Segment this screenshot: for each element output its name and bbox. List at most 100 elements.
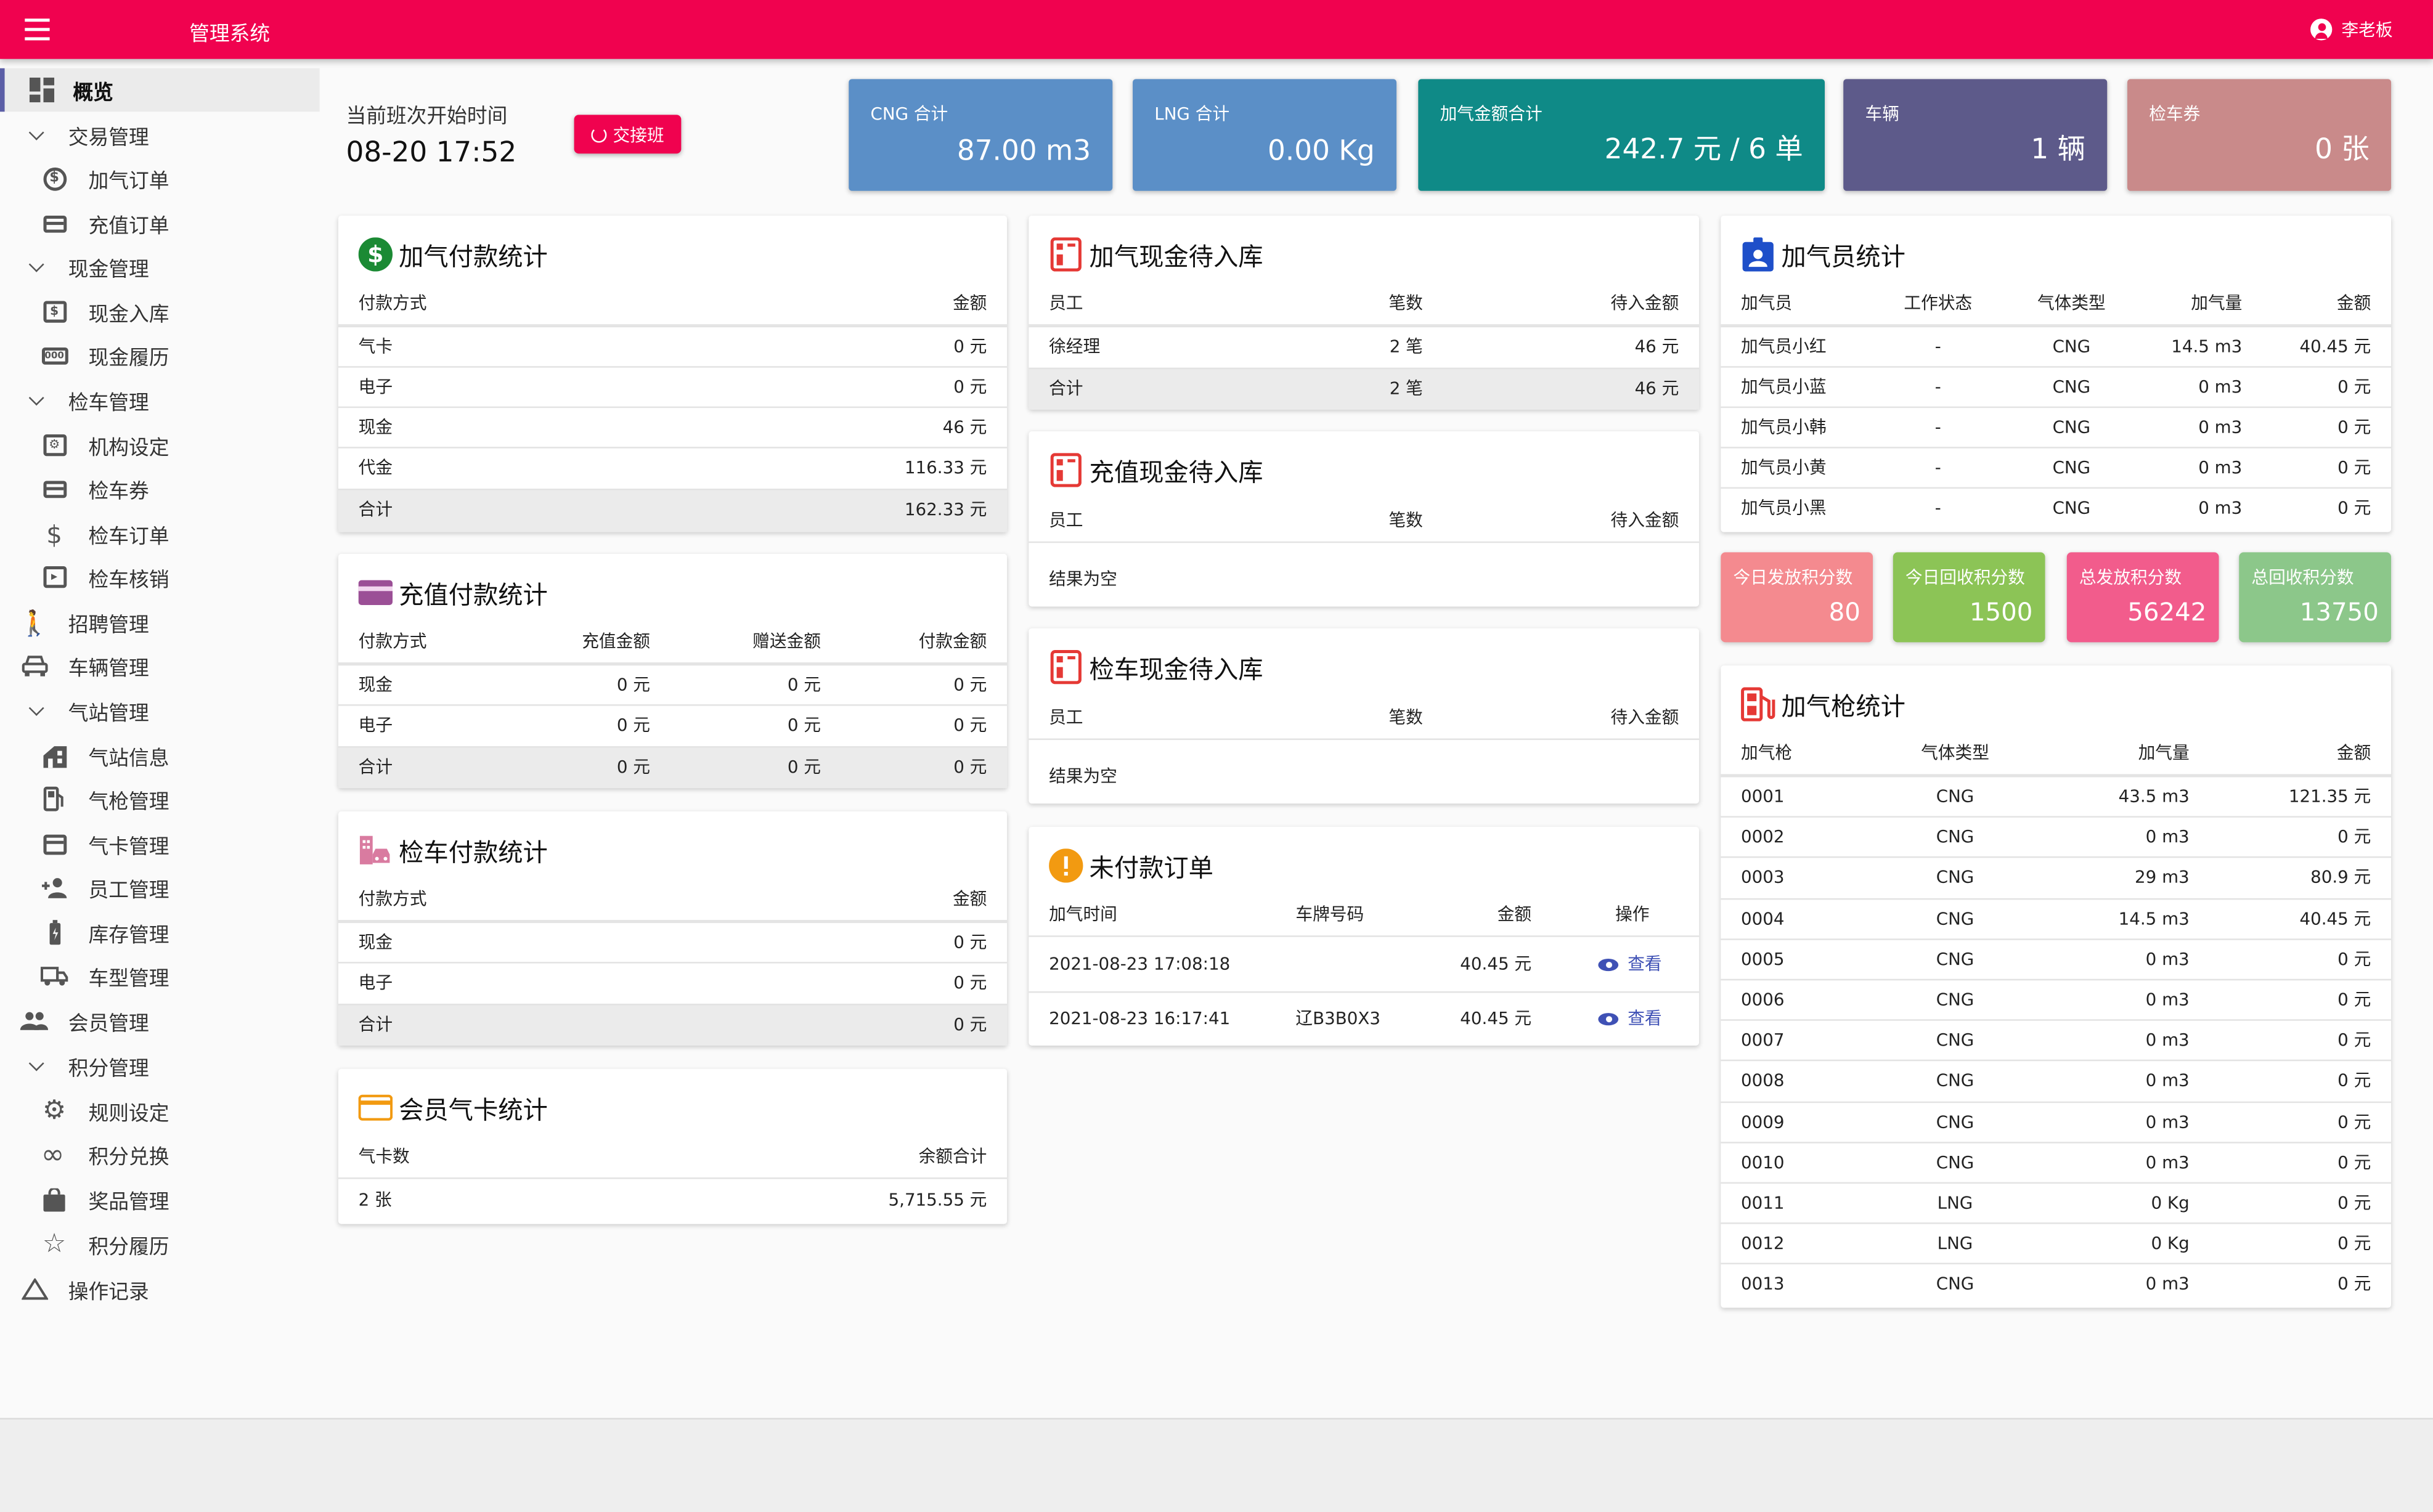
- tile-label: 今日发放积分数: [1733, 567, 1853, 588]
- table-cell: 0 m3: [2198, 457, 2243, 478]
- sidebar-item-overview[interactable]: 概览: [0, 68, 320, 112]
- tile-label: LNG 合计: [1154, 104, 1230, 124]
- column-header: 赠送金额: [752, 631, 821, 652]
- table-cell: 0004: [1741, 908, 1785, 929]
- sidebar-item-label: 会员管理: [68, 1012, 149, 1036]
- sidebar-group-trade[interactable]: 交易管理: [0, 113, 320, 156]
- table-header: 付款方式 金额: [338, 284, 1008, 326]
- sidebar-item-gas-orders[interactable]: $ 加气订单: [0, 156, 320, 200]
- org-settings-icon: ⚙: [40, 431, 68, 459]
- table-header: 气卡数 余额合计: [338, 1137, 1008, 1179]
- sidebar-item-cash-deposit[interactable]: $ 现金入库: [0, 290, 320, 334]
- table-cell: 电子: [358, 972, 393, 993]
- tile-total-recovered-points: 总回收积分数 13750: [2239, 552, 2392, 643]
- person-walk-icon: 🚶: [18, 607, 50, 637]
- view-order-link[interactable]: 查看: [1598, 993, 1662, 1046]
- table-cell: CNG: [2052, 498, 2091, 518]
- tile-value: 0.00 Kg: [1268, 135, 1375, 168]
- column-header: 加气时间: [1049, 904, 1117, 925]
- sidebar-item-label: 机构设定: [88, 436, 169, 460]
- card-title-text: 检车现金待入库: [1089, 654, 1263, 685]
- card-title: $ 加气付款统计: [358, 236, 548, 273]
- sidebar-item-staff-management[interactable]: 员工管理: [0, 866, 320, 909]
- sidebar-item-members[interactable]: 会员管理: [0, 999, 320, 1043]
- table-row: 加气员小黄 - CNG 0 m3 0 元: [1721, 447, 2392, 487]
- column-header: 气卡数: [358, 1146, 410, 1167]
- sidebar-item-gun-management[interactable]: 气枪管理: [0, 777, 320, 821]
- people-icon: [20, 1007, 49, 1034]
- table-cell: 2 笔: [1389, 378, 1423, 399]
- handover-button-label: 交接班: [613, 124, 664, 145]
- table-header: 加气员 工作状态 气体类型 加气量 金额: [1721, 284, 2392, 326]
- sidebar-item-recharge-orders[interactable]: 充值订单: [0, 201, 320, 245]
- table-cell: 0 元: [616, 675, 650, 695]
- tile-today-recovered-points: 今日回收积分数 1500: [1893, 552, 2045, 643]
- sidebar-item-operation-log[interactable]: 操作记录: [0, 1267, 320, 1311]
- table-cell: 0 元: [787, 715, 821, 736]
- table-cell: 0 Kg: [2151, 1234, 2190, 1254]
- table-cell: 0 元: [787, 757, 821, 778]
- sidebar-item-inspection-coupon[interactable]: 检车券: [0, 467, 320, 511]
- sidebar: 概览 交易管理 $ 加气订单 充值订单 现金管理 $ 现金入库 000 现金履历…: [0, 59, 320, 1418]
- table-cell: 116.33 元: [904, 457, 987, 478]
- table-cell: 0 元: [616, 757, 650, 778]
- sidebar-group-inspection[interactable]: 检车管理: [0, 378, 320, 422]
- sidebar-item-prizes[interactable]: 奖品管理: [0, 1177, 320, 1221]
- sidebar-item-label: 检车订单: [88, 525, 169, 549]
- table-row: 现金 0 元: [338, 921, 1008, 962]
- sidebar-item-inventory[interactable]: 库存管理: [0, 911, 320, 954]
- tile-value: 0 张: [2315, 133, 2370, 166]
- sidebar-item-recruitment[interactable]: 🚶 招聘管理: [0, 600, 320, 643]
- sidebar-item-cash-history[interactable]: 000 现金履历: [0, 333, 320, 377]
- table-cell: 0 元: [953, 932, 987, 953]
- table-cell: 0 m3: [2198, 498, 2243, 518]
- sidebar-item-vehicle-types[interactable]: 车型管理: [0, 954, 320, 998]
- table-cell: 加气员小黄: [1741, 457, 1827, 478]
- handover-button[interactable]: 交接班: [574, 115, 682, 154]
- eye-icon: [1598, 959, 1619, 972]
- column-header: 待入金额: [1610, 707, 1679, 728]
- sidebar-item-inspection-orders[interactable]: $ 检车订单: [0, 512, 320, 556]
- sidebar-item-vehicles[interactable]: 车辆管理: [0, 644, 320, 688]
- menu-icon[interactable]: [25, 18, 50, 41]
- table-cell: 14.5 m3: [2118, 908, 2190, 929]
- sidebar-item-station-info[interactable]: 气站信息: [0, 734, 320, 778]
- table-cell: 0 元: [2337, 949, 2371, 970]
- table-row: 徐经理 2 笔 46 元: [1029, 325, 1700, 366]
- sidebar-item-points-history[interactable]: ☆ 积分履历: [0, 1222, 320, 1266]
- battery-icon: [40, 919, 68, 946]
- tile-cng-total: CNG 合计 87.00 m3: [849, 79, 1113, 191]
- column-header: 气体类型: [1921, 743, 1989, 763]
- table-cell: 0013: [1741, 1274, 1785, 1295]
- table-cell: CNG: [1936, 1152, 1975, 1173]
- tile-value: 1500: [1969, 597, 2033, 627]
- table-cell: CNG: [1936, 1112, 1975, 1132]
- table-cell: 2 笔: [1389, 336, 1423, 357]
- table-cell: 46 元: [1634, 378, 1679, 399]
- table-cell: CNG: [1936, 868, 1975, 888]
- sidebar-group-station[interactable]: 气站管理: [0, 689, 320, 733]
- table-cell: 5,715.55 元: [888, 1190, 987, 1210]
- table-cell: 0 m3: [2198, 376, 2243, 397]
- column-header: 加气员: [1741, 293, 1793, 314]
- table-cell: -: [1934, 498, 1941, 518]
- sidebar-item-rule-settings[interactable]: ⚙ 规则设定: [0, 1089, 320, 1133]
- sidebar-item-points-exchange[interactable]: ∞ 积分兑换: [0, 1132, 320, 1176]
- sidebar-item-card-management[interactable]: 气卡管理: [0, 822, 320, 866]
- card-title: 加气员统计: [1741, 236, 1905, 273]
- view-order-link[interactable]: 查看: [1598, 938, 1662, 991]
- column-header: 待入金额: [1610, 510, 1679, 531]
- card-gun-stats: 加气枪统计 加气枪 气体类型 加气量 金额 0001 CNG 43.5 m3 121.…: [1721, 665, 2392, 1308]
- table-row: 加气员小黑 - CNG 0 m3 0 元: [1721, 487, 2392, 527]
- table-cell: 162.33 元: [904, 499, 987, 520]
- card-title: 检车现金待入库: [1049, 648, 1263, 685]
- sidebar-group-points[interactable]: 积分管理: [0, 1044, 320, 1088]
- sidebar-item-inspection-verify[interactable]: ▸ 检车核销: [0, 555, 320, 599]
- sidebar-group-cash[interactable]: 现金管理: [0, 245, 320, 289]
- table-cell: 电子: [358, 715, 393, 736]
- sidebar-item-label: 现金入库: [88, 303, 169, 327]
- card-attendant-stats: 加气员统计 加气员 工作状态 气体类型 加气量 金额 加气员小红 - CNG 1…: [1721, 215, 2392, 532]
- top-app-bar: 管理系统 李老板: [0, 0, 2433, 59]
- user-menu[interactable]: 李老板: [2310, 17, 2393, 42]
- sidebar-item-org-settings[interactable]: ⚙ 机构设定: [0, 423, 320, 467]
